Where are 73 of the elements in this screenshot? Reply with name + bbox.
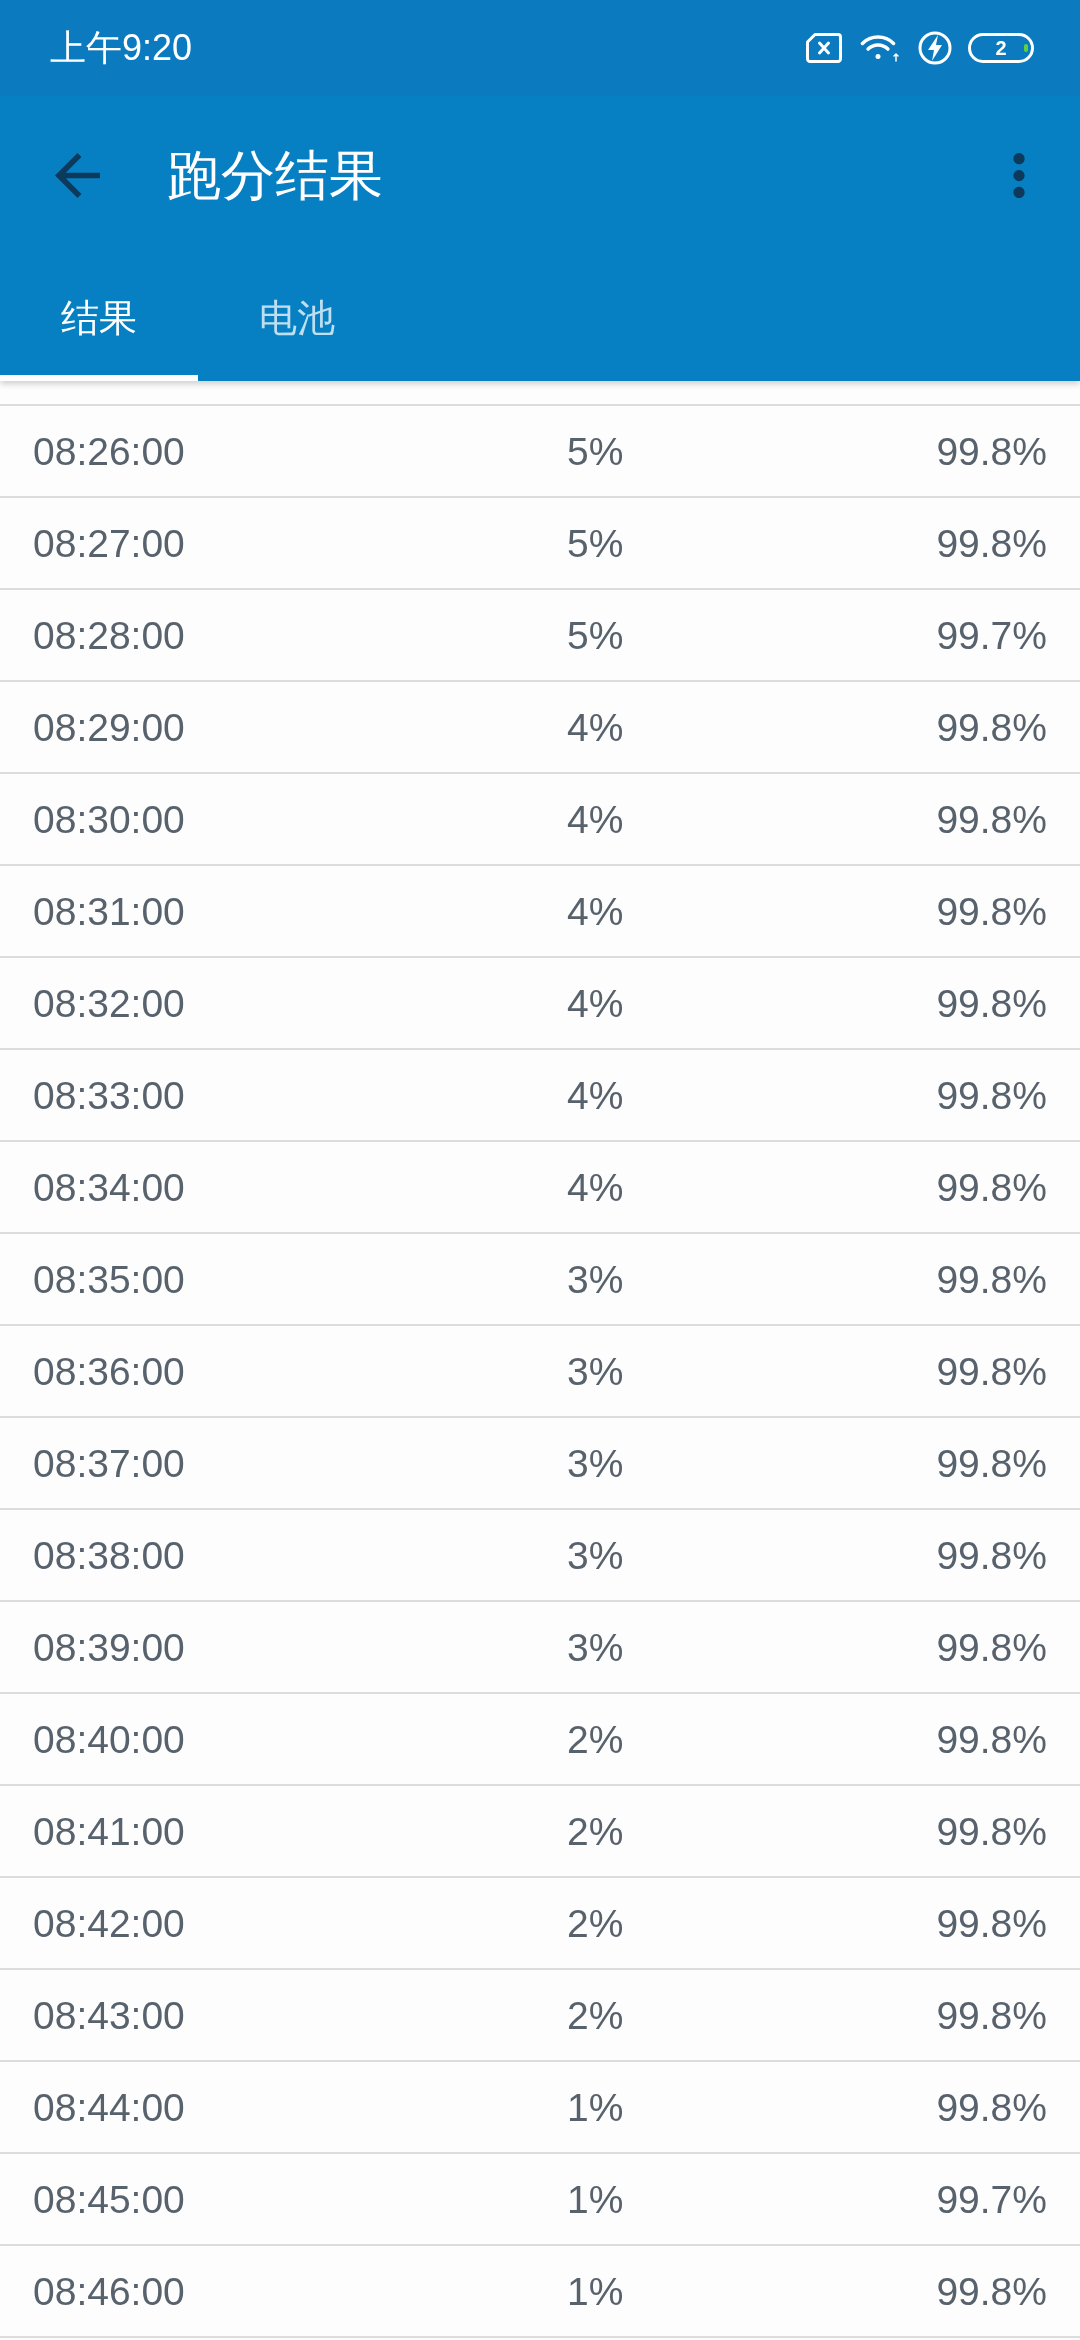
table-cell-text: 08:34:00	[33, 1167, 186, 1207]
table-cell: 3%	[567, 1351, 624, 1391]
table-cell: 4%	[567, 983, 624, 1023]
table-cell: 99.8%	[936, 1719, 1047, 1759]
table-cell: 99.8%	[936, 799, 1047, 839]
table-cell-text: 08:28:00	[33, 615, 186, 655]
tab[interactable]: 结果	[0, 254, 198, 381]
table-cell-text: 08:41:00	[33, 1811, 186, 1851]
table-cell-text: 08:30:00	[33, 799, 186, 839]
table-cell: 2%	[567, 1811, 624, 1851]
table-cell: 3%	[567, 1443, 624, 1483]
table-cell-text: 08:43:00	[33, 1995, 186, 2035]
status-time: 上午9:20	[50, 30, 193, 66]
table-cell: 99.8%	[936, 1351, 1047, 1391]
table-cell: 4%	[567, 799, 624, 839]
table-cell: 99.8%	[936, 2087, 1047, 2127]
table-cell: 99.8%	[936, 1811, 1047, 1851]
table-cell-text: 08:32:00	[33, 983, 186, 1023]
table-cell: 99.8%	[936, 1167, 1047, 1207]
table-cell-text: 08:42:00	[33, 1903, 186, 1943]
table-cell: 3%	[567, 1627, 624, 1667]
table-cell: 99.8%	[936, 1627, 1047, 1667]
table-cell: 2%	[567, 1719, 624, 1759]
table-cell: 4%	[567, 1167, 624, 1207]
table-cell: 5%	[567, 431, 624, 471]
table-cell-text: 08:33:00	[33, 1075, 186, 1115]
table-cell-text: 08:40:00	[33, 1719, 186, 1759]
table-cell: 1%	[567, 2271, 624, 2311]
table-cell-text: 08:36:00	[33, 1351, 186, 1391]
more-menu-icon[interactable]	[1012, 152, 1026, 198]
table-cell: 4%	[567, 707, 624, 747]
table-cell: 3%	[567, 1259, 624, 1299]
table-cell: 5%	[567, 615, 624, 655]
table-cell-text: 08:27:00	[33, 523, 186, 563]
table-cell: 99.8%	[936, 1995, 1047, 2035]
table-cell-text: 08:38:00	[33, 1535, 186, 1575]
battery-level-text: 2	[995, 38, 1007, 58]
table-cell: 4%	[567, 1075, 624, 1115]
sim-card-x-icon	[806, 33, 842, 63]
table-cell-text: 08:44:00	[33, 2087, 186, 2127]
table-cell: 99.8%	[936, 707, 1047, 747]
table-cell: 99.7%	[936, 615, 1047, 655]
table-cell: 99.8%	[936, 431, 1047, 471]
table-cell: 1%	[567, 2087, 624, 2127]
table-cell-text: 08:45:00	[33, 2179, 186, 2219]
table-cell: 99.8%	[936, 523, 1047, 563]
table-cell: 99.8%	[936, 1075, 1047, 1115]
table-cell-text: 08:39:00	[33, 1627, 186, 1667]
table-cell: 99.8%	[936, 2271, 1047, 2311]
table-cell: 99.8%	[936, 891, 1047, 931]
page-title: 跑分结果	[167, 148, 383, 202]
table-cell: 99.7%	[936, 2179, 1047, 2219]
table-cell-text: 08:46:00	[33, 2271, 186, 2311]
table-cell: 99.8%	[936, 1535, 1047, 1575]
table-cell: 1%	[567, 2179, 624, 2219]
wifi-icon	[858, 33, 902, 63]
back-arrow-icon[interactable]	[55, 152, 100, 198]
table-cell: 5%	[567, 523, 624, 563]
table-cell: 99.8%	[936, 1903, 1047, 1943]
charging-bolt-icon	[918, 31, 952, 65]
table-cell: 3%	[567, 1535, 624, 1575]
table-cell: 99.8%	[936, 1259, 1047, 1299]
table-cell-text: 08:35:00	[33, 1259, 186, 1299]
table-cell: 99.8%	[936, 983, 1047, 1023]
table-cell-text: 08:37:00	[33, 1443, 186, 1483]
table-cell: 4%	[567, 891, 624, 931]
table-cell-text: 08:31:00	[33, 891, 186, 931]
table-cell: 2%	[567, 1995, 624, 2035]
table-cell-text: 08:29:00	[33, 707, 186, 747]
table-cell: 99.8%	[936, 1443, 1047, 1483]
table-cell-text: 08:26:00	[33, 431, 186, 471]
tab[interactable]: 电池	[198, 254, 396, 381]
table-cell: 2%	[567, 1903, 624, 1943]
